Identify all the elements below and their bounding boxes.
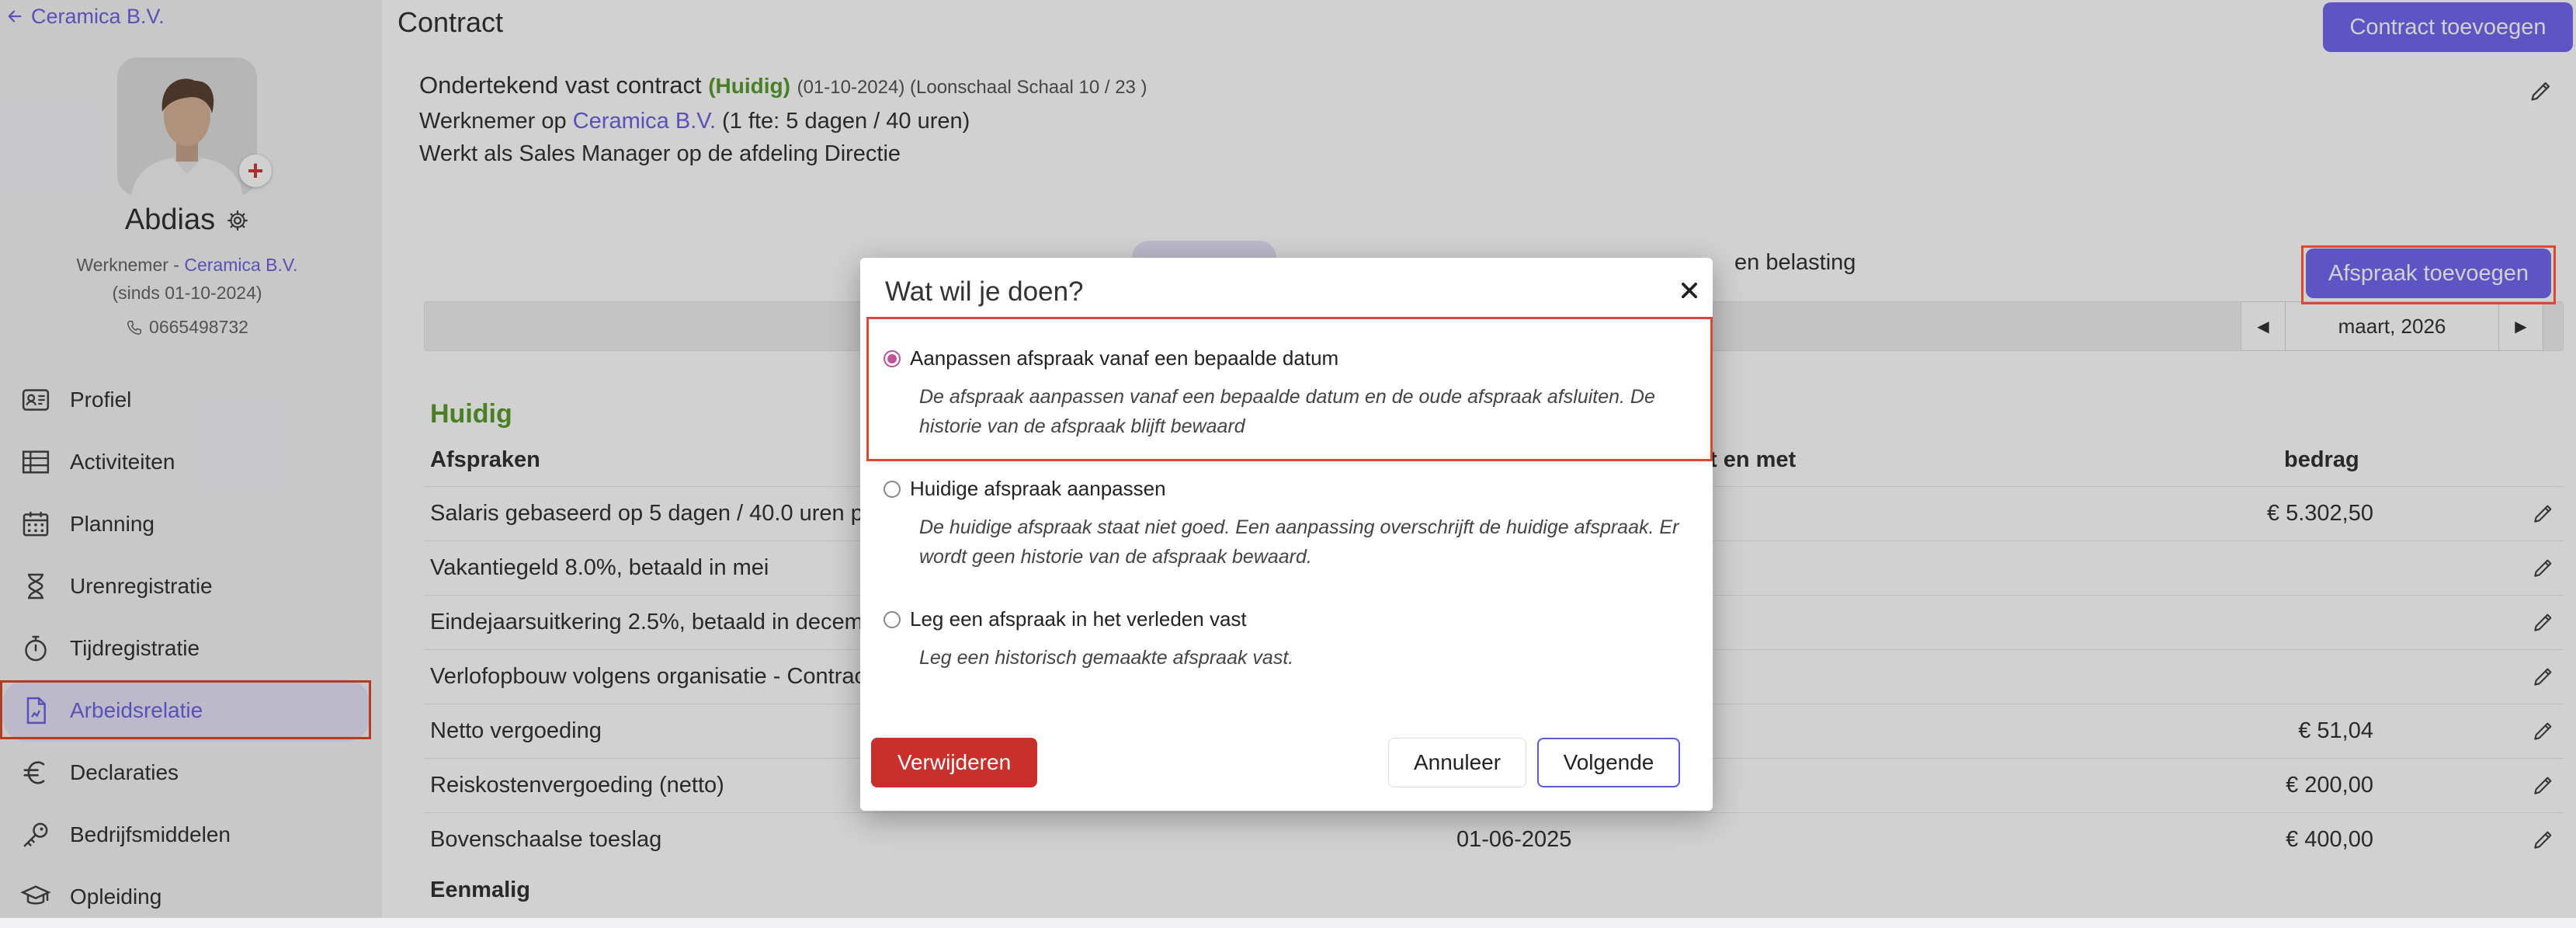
close-icon bbox=[1681, 282, 1698, 299]
option-title: Huidige afspraak aanpassen bbox=[910, 477, 1166, 500]
close-button[interactable] bbox=[1679, 280, 1700, 301]
option-description-line: De afspraak aanpassen vanaf een bepaalde… bbox=[919, 386, 1655, 408]
next-button[interactable]: Volgende bbox=[1537, 738, 1680, 787]
option-description-line: Leg een historisch gemaakte afspraak vas… bbox=[919, 647, 1294, 669]
option-description-line: wordt geen historie van de afspraak bewa… bbox=[919, 546, 1312, 568]
option-title: Leg een afspraak in het verleden vast bbox=[910, 607, 1247, 631]
radio-record-past[interactable] bbox=[884, 610, 901, 628]
cancel-button[interactable]: Annuleer bbox=[1388, 738, 1526, 787]
option-description-line: historie van de afspraak blijft bewaard bbox=[919, 415, 1245, 437]
option-description-line: De huidige afspraak staat niet goed. Een… bbox=[919, 516, 1679, 538]
action-dialog: Wat wil je doen? Aanpassen afspraak vana… bbox=[860, 258, 1713, 811]
dialog-title: Wat wil je doen? bbox=[885, 276, 1084, 307]
delete-button[interactable]: Verwijderen bbox=[871, 738, 1037, 787]
radio-adjust-from-date[interactable] bbox=[884, 349, 901, 367]
option-description: De afspraak aanpassen vanaf een bepaalde… bbox=[919, 382, 1696, 441]
option-description: De huidige afspraak staat niet goed. Een… bbox=[919, 513, 1696, 572]
radio-adjust-current[interactable] bbox=[884, 480, 901, 498]
option-description: Leg een historisch gemaakte afspraak vas… bbox=[919, 643, 1696, 673]
option-title: Aanpassen afspraak vanaf een bepaalde da… bbox=[910, 346, 1339, 370]
